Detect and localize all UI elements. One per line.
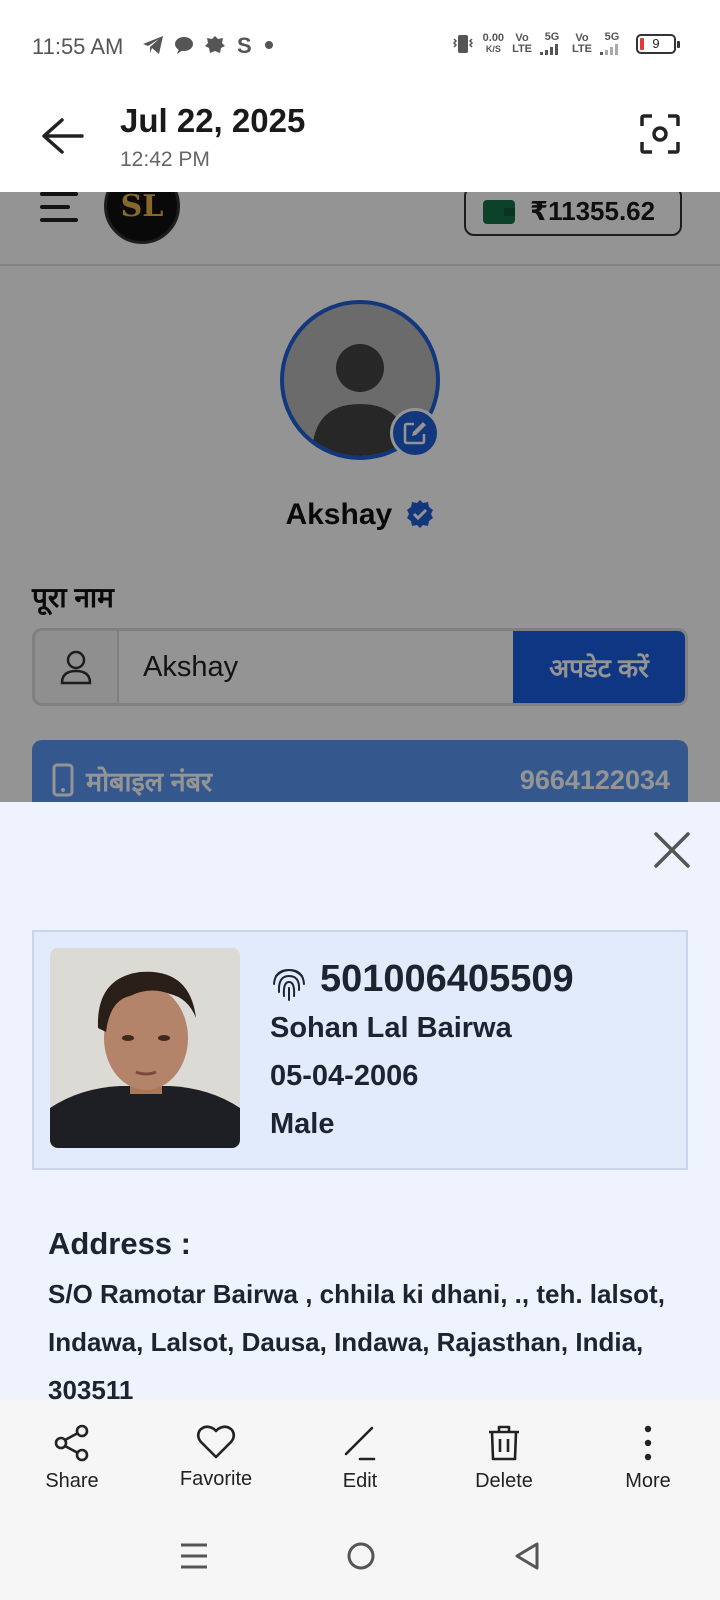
details-sheet: 501006405509 Sohan Lal Bairwa 05-04-2006… bbox=[0, 802, 720, 1400]
delete-button[interactable]: Delete bbox=[432, 1400, 576, 1512]
edit-label: Edit bbox=[342, 1470, 378, 1492]
status-bar: 11:55 AM S 0.00 K/S Vo LTE 5G Vo LTE 5G 9 bbox=[0, 0, 720, 92]
dim-overlay[interactable] bbox=[0, 192, 720, 802]
share-icon bbox=[54, 1424, 89, 1462]
notification-icons: S bbox=[142, 34, 274, 56]
aadhaar-card: 501006405509 Sohan Lal Bairwa 05-04-2006… bbox=[32, 930, 688, 1170]
sim2-signal: 5G bbox=[600, 32, 624, 55]
photo-actions-bar: Share Favorite Edit Delete More bbox=[0, 1400, 720, 1512]
share-button[interactable]: Share bbox=[0, 1400, 144, 1512]
back-arrow-icon[interactable] bbox=[40, 116, 86, 156]
more-vertical-icon bbox=[644, 1425, 652, 1461]
heart-icon bbox=[196, 1425, 236, 1459]
delete-label: Delete bbox=[475, 1470, 533, 1492]
edit-button[interactable]: Edit bbox=[288, 1400, 432, 1512]
s-app-icon: S bbox=[237, 34, 252, 56]
pencil-icon bbox=[344, 1426, 376, 1461]
signal-bars-icon bbox=[540, 44, 559, 55]
person-photo-illustration bbox=[50, 948, 240, 1148]
battery-level: 9 bbox=[652, 36, 660, 51]
address-text: S/O Ramotar Bairwa , chhila ki dhani, .,… bbox=[48, 1279, 665, 1400]
more-notifications-dot-icon bbox=[265, 41, 273, 49]
photo-date: Jul 22, 2025 bbox=[120, 102, 306, 139]
background-app: SL ₹11355.62 Akshay पूरा नाम Akshay अपडे… bbox=[0, 192, 720, 802]
net-speed: 0.00 K/S bbox=[482, 31, 505, 54]
badge-icon bbox=[205, 36, 225, 53]
signal-bars-weak-icon bbox=[600, 44, 618, 55]
aadhaar-number: 501006405509 bbox=[270, 956, 574, 1002]
address-heading: Address : bbox=[48, 1226, 191, 1261]
battery-icon: 9 bbox=[636, 33, 680, 54]
person-photo bbox=[50, 948, 240, 1148]
status-time: 11:55 AM bbox=[32, 34, 124, 59]
telegram-icon bbox=[143, 36, 163, 54]
favorite-button[interactable]: Favorite bbox=[144, 1400, 288, 1512]
recent-apps-icon[interactable] bbox=[179, 1542, 209, 1570]
sim1-volte: Vo LTE bbox=[512, 31, 533, 55]
sim1-signal: 5G bbox=[540, 32, 564, 55]
back-triangle-icon[interactable] bbox=[513, 1541, 541, 1571]
more-label: More bbox=[625, 1470, 671, 1492]
share-label: Share bbox=[45, 1470, 99, 1492]
chat-bubble-icon bbox=[175, 37, 193, 54]
photo-time: 12:42 PM bbox=[120, 148, 210, 171]
vibrate-icon bbox=[452, 34, 473, 53]
fingerprint-icon bbox=[273, 968, 305, 1001]
close-icon[interactable] bbox=[652, 830, 692, 870]
date-of-birth: 05-04-2006 bbox=[270, 1060, 419, 1092]
sim2-volte: Vo LTE bbox=[572, 31, 592, 55]
favorite-label: Favorite bbox=[179, 1468, 253, 1490]
holder-name: Sohan Lal Bairwa bbox=[270, 1012, 512, 1044]
system-nav-bar bbox=[0, 1512, 720, 1600]
svg-text:S: S bbox=[237, 34, 252, 56]
trash-icon bbox=[489, 1425, 519, 1461]
more-button[interactable]: More bbox=[576, 1400, 720, 1512]
status-right-icons: 0.00 K/S Vo LTE 5G Vo LTE 5G 9 bbox=[451, 31, 680, 55]
home-icon[interactable] bbox=[346, 1541, 376, 1571]
lens-scan-icon[interactable] bbox=[640, 114, 680, 154]
viewer-header: Jul 22, 2025 12:42 PM bbox=[0, 92, 720, 192]
gender: Male bbox=[270, 1108, 335, 1140]
